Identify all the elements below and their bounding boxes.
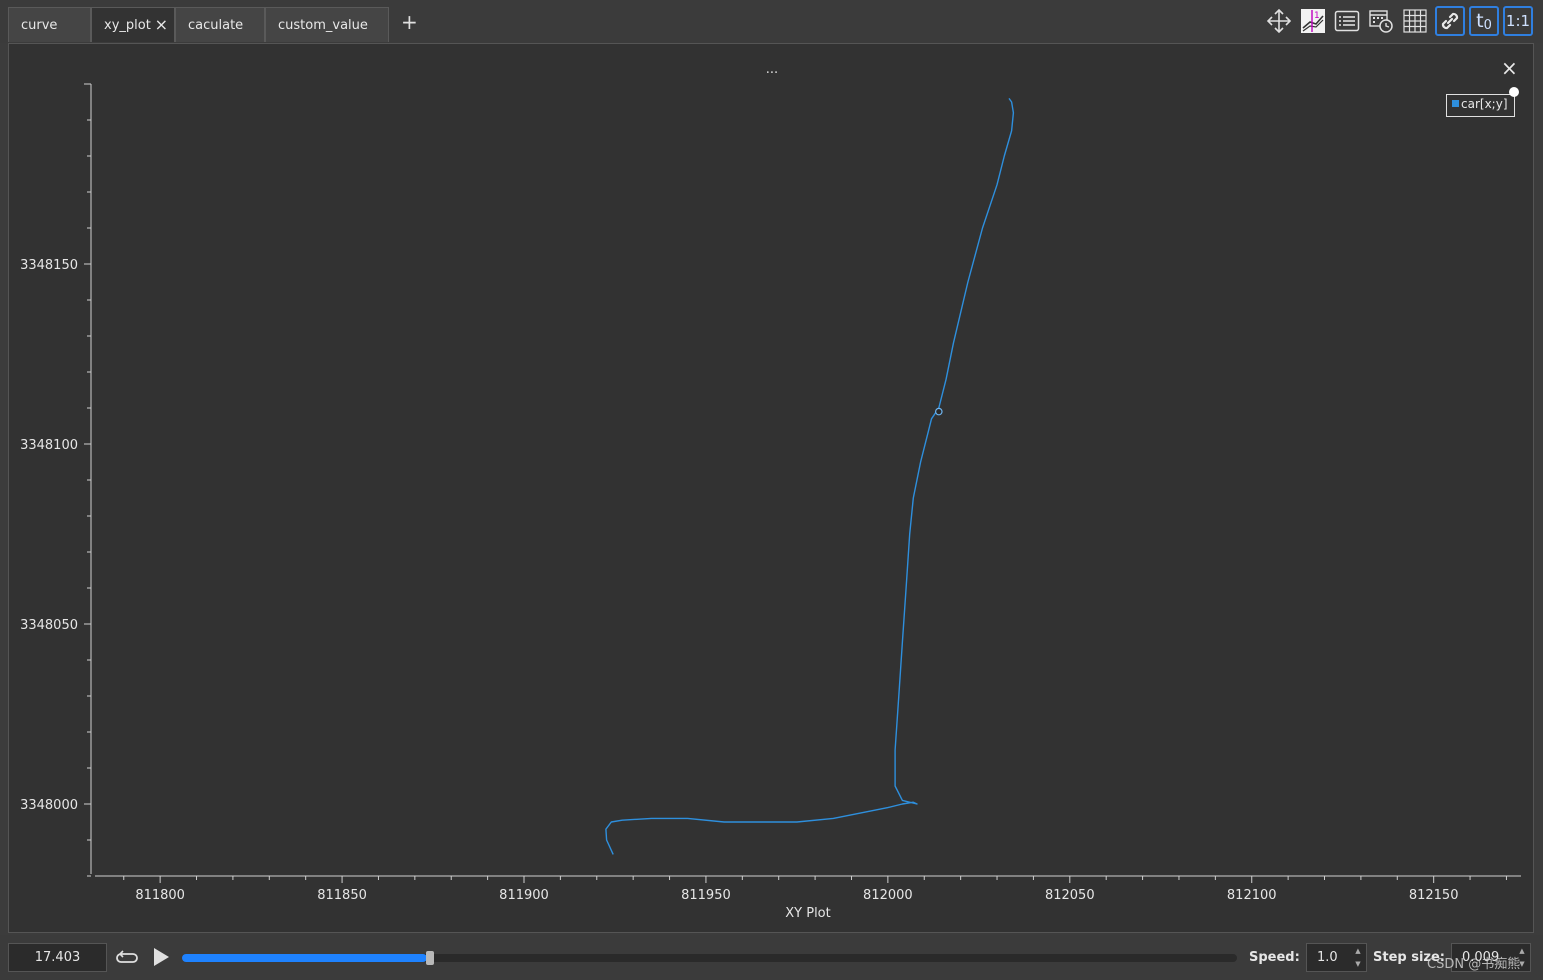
time-field[interactable]: 17.403 bbox=[8, 943, 107, 972]
t-zero-label: t bbox=[1476, 10, 1484, 32]
x-tick-label: 811900 bbox=[499, 888, 549, 903]
y-tick-label: 3348050 bbox=[20, 618, 78, 633]
t-zero-icon[interactable]: t0 bbox=[1469, 6, 1499, 36]
calendar-clock-icon[interactable] bbox=[1367, 6, 1395, 36]
tab-curve[interactable]: curve bbox=[8, 7, 91, 42]
speed-stepper[interactable]: ▲ ▼ bbox=[1352, 945, 1364, 971]
play-icon[interactable] bbox=[152, 947, 170, 967]
x-tick-label: 811800 bbox=[135, 888, 185, 903]
t-zero-sub: 0 bbox=[1483, 17, 1492, 33]
cursor-marker bbox=[935, 407, 943, 416]
grid-icon[interactable] bbox=[1401, 6, 1429, 36]
link-icon[interactable] bbox=[1435, 6, 1465, 36]
plot-panel[interactable]: 811800 811850 811900 811950 812000 812050 8121… bbox=[8, 43, 1534, 933]
svg-text:1: 1 bbox=[1314, 11, 1320, 21]
close-plot-icon[interactable]: × bbox=[1501, 56, 1518, 80]
tab-label: caculate bbox=[188, 18, 244, 33]
tab-label: curve bbox=[21, 18, 58, 33]
tab-label: xy_plot bbox=[104, 18, 151, 33]
time-slider-handle[interactable] bbox=[425, 951, 434, 965]
series-line bbox=[605, 97, 1015, 855]
plot-toolbar: 1 t0 1:1 bbox=[1265, 6, 1535, 38]
tab-xy-plot[interactable]: xy_plot × bbox=[91, 7, 175, 42]
list-icon[interactable] bbox=[1333, 6, 1361, 36]
time-slider[interactable] bbox=[182, 951, 1237, 965]
legend-handle[interactable] bbox=[1509, 87, 1519, 97]
zoom-reset-icon[interactable]: 1 bbox=[1299, 6, 1327, 36]
loop-icon[interactable] bbox=[116, 948, 138, 968]
ratio-label: 1:1 bbox=[1505, 12, 1531, 30]
legend-swatch bbox=[1452, 100, 1459, 107]
y-tick-label: 3348000 bbox=[20, 798, 78, 813]
playback-bar: 17.403 Speed: 1.0 ▲ ▼ Step size: 0.009 ▲ ▼… bbox=[0, 935, 1543, 980]
move-icon[interactable] bbox=[1265, 6, 1293, 36]
tab-label: custom_value bbox=[278, 18, 368, 33]
y-tick-label: 3348150 bbox=[20, 258, 78, 273]
plot-title: ... bbox=[765, 62, 779, 77]
x-tick-label: 812000 bbox=[863, 888, 913, 903]
watermark: CSDN @书痴熊 bbox=[1427, 957, 1521, 972]
x-tick-label: 812050 bbox=[1045, 888, 1095, 903]
x-tick-label: 811850 bbox=[317, 888, 367, 903]
x-axis-label: XY Plot bbox=[785, 906, 831, 921]
x-tick-label: 812150 bbox=[1409, 888, 1459, 903]
add-tab-button[interactable]: + bbox=[401, 10, 418, 34]
x-tick-label: 811950 bbox=[681, 888, 731, 903]
spin-down-icon[interactable]: ▼ bbox=[1352, 958, 1364, 971]
x-tick-label: 812100 bbox=[1227, 888, 1277, 903]
xy-plot-chart[interactable]: 811800 811850 811900 811950 812000 812050 8121… bbox=[9, 44, 1535, 934]
speed-field[interactable]: 1.0 ▲ ▼ bbox=[1306, 943, 1367, 972]
time-slider-fill bbox=[182, 954, 427, 962]
tab-bar: curve xy_plot × caculate custom_value + … bbox=[0, 0, 1543, 43]
spin-up-icon[interactable]: ▲ bbox=[1352, 945, 1364, 958]
close-tab-icon[interactable]: × bbox=[155, 15, 168, 34]
tab-caculate[interactable]: caculate bbox=[175, 7, 265, 42]
legend-label: car[x;y] bbox=[1461, 97, 1508, 111]
ratio-1-1-icon[interactable]: 1:1 bbox=[1503, 6, 1533, 36]
speed-value: 1.0 bbox=[1317, 950, 1338, 965]
tab-custom-value[interactable]: custom_value bbox=[265, 7, 389, 42]
y-tick-label: 3348100 bbox=[20, 438, 78, 453]
legend[interactable]: car[x;y] bbox=[1446, 94, 1515, 117]
speed-label: Speed: bbox=[1249, 950, 1300, 965]
